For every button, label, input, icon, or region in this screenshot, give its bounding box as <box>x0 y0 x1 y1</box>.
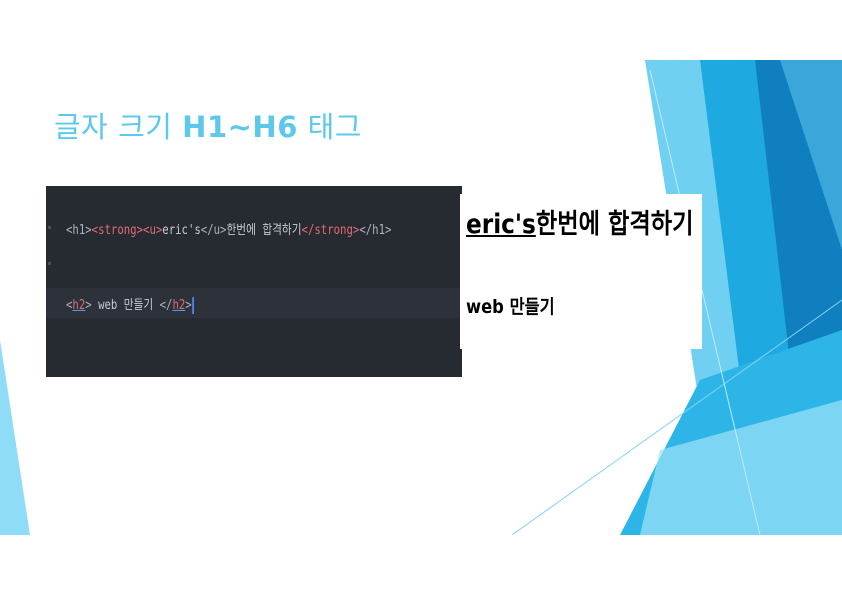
code-editor-screenshot: <h1><strong><u>eric's</u>한번에 합격하기</stron… <box>46 186 462 377</box>
line2-text: web 만들기 <box>91 298 160 313</box>
h1-close-tag: </h1> <box>359 223 392 238</box>
preview-h1-text: 한번에 합격하기 <box>535 209 694 240</box>
strong-close-tag: </strong> <box>301 223 360 238</box>
title-suffix: 태그 <box>297 110 362 144</box>
rendered-preview-screenshot: eric's한번에 합격하기 web 만들기 <box>460 194 702 349</box>
preview-heading-2: web 만들기 <box>466 296 555 318</box>
code-line-2-highlighted[interactable]: <h2> web 만들기 </h2> <box>46 288 462 318</box>
strong-open-tag: <strong> <box>91 223 144 238</box>
u-open-tag: <u> <box>143 223 163 238</box>
presentation-slide: 글자 크기 H1~H6 태그 <h1><strong><u>eric's</u>… <box>0 0 842 535</box>
h2-close-tag-name: h2 <box>172 298 186 313</box>
slide-title: 글자 크기 H1~H6 태그 <box>54 104 362 146</box>
preview-heading-1: eric's한번에 합격하기 <box>466 202 693 241</box>
gutter-marker <box>48 226 51 229</box>
title-prefix: 글자 크기 <box>54 110 183 144</box>
text-cursor <box>192 297 195 314</box>
left-accent-shape <box>0 340 30 535</box>
gutter-marker <box>48 262 51 265</box>
preview-h1-underlined: eric's <box>466 209 536 240</box>
h2-open-tag-name: h2 <box>72 298 86 313</box>
h2-close-lt: </ <box>159 298 173 313</box>
code-line-1: <h1><strong><u>eric's</u>한번에 합격하기</stron… <box>66 219 391 238</box>
u-text: eric's <box>162 223 201 238</box>
u-close-tag: </u> <box>200 223 227 238</box>
h1-open-tag: <h1> <box>66 223 92 238</box>
line1-text: 한번에 합격하기 <box>226 223 302 238</box>
h2-close-gt: > <box>185 298 192 313</box>
title-strong: H1~H6 <box>182 110 298 144</box>
